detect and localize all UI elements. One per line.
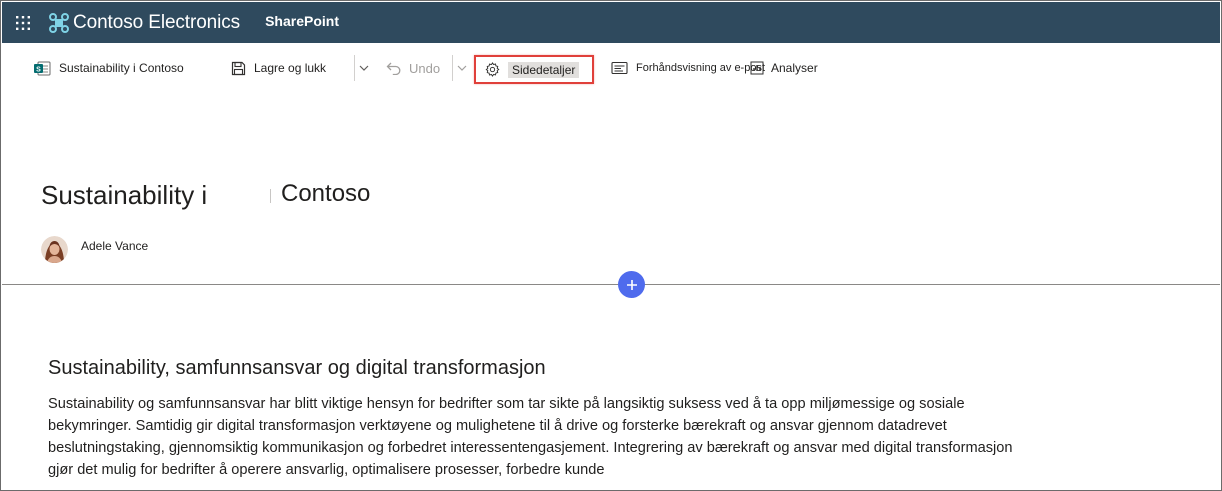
save-icon xyxy=(231,61,246,76)
site-button[interactable]: S Sustainability i Contoso xyxy=(34,43,184,93)
text-cursor xyxy=(270,189,271,203)
undo-icon xyxy=(386,61,402,75)
page-details-button[interactable]: Sidedetaljer xyxy=(474,55,594,84)
section-heading[interactable]: Sustainability, samfunnsansvar og digita… xyxy=(48,357,1018,380)
undo-label: Undo xyxy=(409,60,441,76)
save-options-dropdown[interactable] xyxy=(359,43,369,93)
site-label: Sustainability i Contoso xyxy=(59,61,184,75)
gear-icon xyxy=(485,62,500,77)
analytics-icon xyxy=(750,61,764,75)
brand-name: Contoso Electronics xyxy=(73,11,241,33)
svg-text:S: S xyxy=(36,66,41,73)
body-paragraph[interactable]: Sustainability og samfunnsansvar har bli… xyxy=(48,393,1013,481)
save-and-close-button[interactable]: Lagre og lukk xyxy=(231,43,326,93)
plus-icon xyxy=(626,275,638,295)
preview-icon xyxy=(611,61,628,75)
text-web-part[interactable]: Sustainability, samfunnsansvar og digita… xyxy=(48,357,1018,481)
app-name[interactable]: SharePoint xyxy=(265,13,339,29)
author-name: Adele Vance xyxy=(81,238,149,253)
email-preview-label: Forhåndsvisning av e-post xyxy=(636,62,766,74)
chevron-down-icon xyxy=(359,62,369,74)
sharepoint-window: Contoso Electronics SharePoint S Sustain… xyxy=(0,0,1222,491)
email-preview-button[interactable]: Forhåndsvisning av e-post xyxy=(611,43,765,93)
brand[interactable]: Contoso Electronics xyxy=(48,12,240,34)
command-bar: S Sustainability i Contoso Lagre og lukk xyxy=(2,43,1220,93)
suite-bar: Contoso Electronics SharePoint xyxy=(2,2,1220,43)
waffle-icon[interactable] xyxy=(4,2,42,43)
title-region: Sustainability i Contoso Adele Vance xyxy=(2,93,1220,284)
chevron-down-icon xyxy=(457,62,467,74)
page-title-continued[interactable]: Contoso xyxy=(281,180,370,208)
undo-button[interactable]: Undo xyxy=(386,43,440,93)
avatar xyxy=(41,236,68,263)
page-title[interactable]: Sustainability i xyxy=(41,180,207,211)
toolbar-separator xyxy=(452,55,453,81)
contoso-logo-icon xyxy=(49,12,69,33)
analytics-label: Analyser xyxy=(771,61,818,75)
save-label: Lagre og lukk xyxy=(254,61,327,75)
sharepoint-page-icon: S xyxy=(34,61,51,76)
page-details-label: Sidedetaljer xyxy=(508,61,580,78)
analytics-button[interactable]: Analyser xyxy=(750,43,818,93)
undo-options-dropdown[interactable] xyxy=(457,43,467,93)
author-byline[interactable]: Adele Vance xyxy=(41,236,148,263)
toolbar-separator xyxy=(354,55,355,81)
add-section-button[interactable] xyxy=(618,271,645,298)
section-divider xyxy=(2,284,1220,285)
